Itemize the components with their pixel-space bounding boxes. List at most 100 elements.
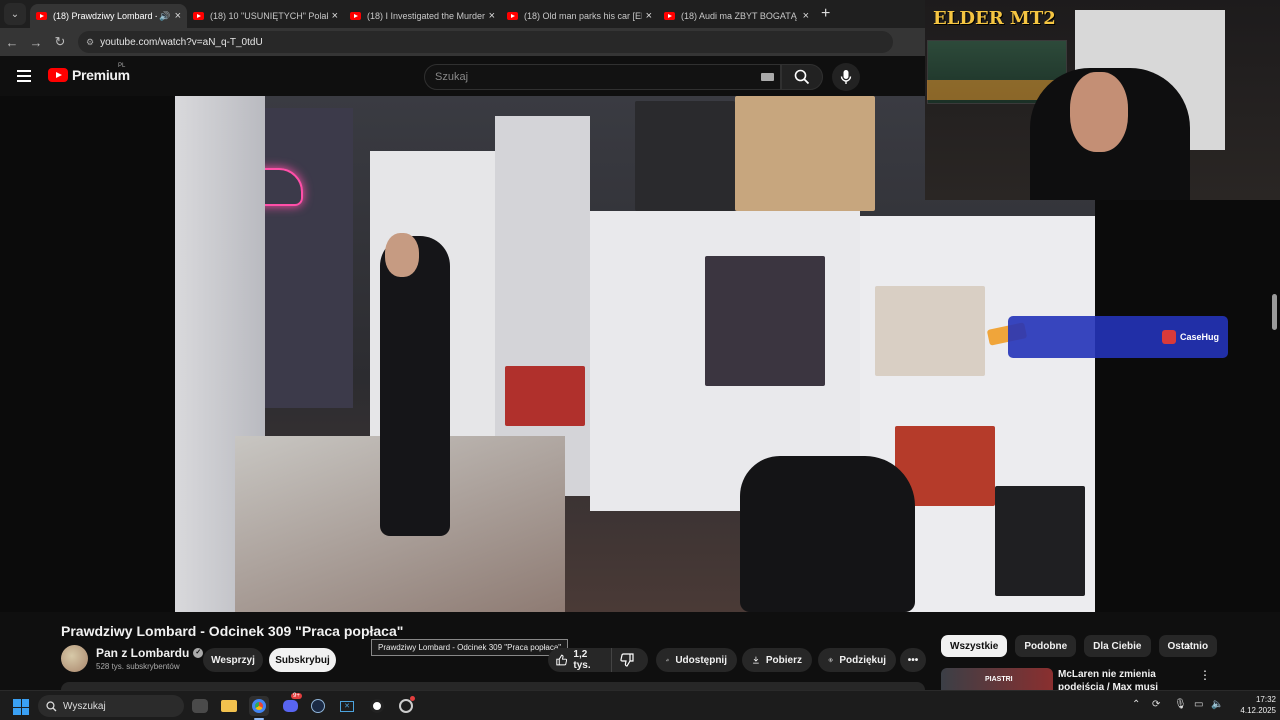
youtube-logo[interactable]: Premium PL xyxy=(48,63,130,83)
recommendation-title[interactable]: McLaren nie zmienia podejścia / Max musi… xyxy=(1058,668,1193,690)
thumbnail-text: PIASTRI xyxy=(985,676,1013,683)
share-label: Udostępnij xyxy=(675,654,727,666)
scrollbar-thumb[interactable] xyxy=(1272,294,1277,330)
recommendation-thumbnail[interactable]: PIASTRI xyxy=(941,668,1053,690)
task-view-icon[interactable] xyxy=(192,699,208,713)
channel-avatar[interactable] xyxy=(61,645,88,672)
channel-name[interactable]: Pan z Lombardu xyxy=(96,646,189,660)
search-input[interactable]: Szukaj xyxy=(424,64,781,90)
thanks-button[interactable]: $ Podziękuj xyxy=(818,648,896,672)
youtube-favicon-icon xyxy=(350,12,361,20)
close-tab-icon[interactable]: × xyxy=(489,10,495,22)
tab-3[interactable]: (18) Old man parks his car [ENG × xyxy=(501,4,658,28)
back-icon[interactable]: ← xyxy=(0,35,24,50)
clock[interactable]: 17:32 4.12.2025 xyxy=(1228,694,1276,716)
tab-title: (18) 10 "USUNIĘTYCH" Polaków xyxy=(210,11,328,21)
volume-icon[interactable]: 🔈 xyxy=(1211,699,1223,710)
file-explorer-icon[interactable] xyxy=(219,696,239,716)
scene-boxes xyxy=(875,286,985,376)
steam-icon[interactable] xyxy=(308,696,328,716)
like-button[interactable]: 1,2 tys. xyxy=(548,648,612,672)
tab-2[interactable]: (18) I Investigated the Murder o × xyxy=(344,4,501,28)
scene-person-head xyxy=(385,233,419,277)
tab-title: (18) Prawdziwy Lombard - O xyxy=(53,11,158,21)
search-icon xyxy=(794,69,810,85)
scene-toolbox xyxy=(505,366,585,426)
subscriber-count: 528 tys. subskrybentów xyxy=(96,662,180,671)
description-box[interactable] xyxy=(61,682,925,690)
keyboard-icon[interactable] xyxy=(761,73,774,81)
recommendation-chips: Wszystkie Podobne Dla Ciebie Ostatnio xyxy=(941,635,1218,657)
thumbs-up-icon xyxy=(556,654,568,666)
taskbar-search[interactable]: Wyszukaj xyxy=(38,695,184,717)
more-actions-button[interactable]: ••• xyxy=(900,648,926,672)
youtube-play-icon xyxy=(48,68,68,82)
support-button[interactable]: Wesprzyj xyxy=(203,648,263,672)
youtube-masthead: Premium PL Szukaj xyxy=(0,56,925,96)
scene-boxes xyxy=(735,96,875,211)
tab-4[interactable]: (18) Audi ma ZBYT BOGATĄ hist × xyxy=(658,4,815,28)
close-tab-icon[interactable]: × xyxy=(646,10,652,22)
tab-0[interactable]: (18) Prawdziwy Lombard - O 🔊 × xyxy=(30,4,187,28)
youtube-favicon-icon xyxy=(36,12,47,20)
close-tab-icon[interactable]: × xyxy=(175,10,181,22)
address-bar-row: ← → ↻ ⚙ youtube.com/watch?v=aN_q-T_0tdU xyxy=(0,28,925,56)
search-placeholder: Szukaj xyxy=(435,71,469,83)
obs-icon[interactable] xyxy=(367,696,387,716)
share-button[interactable]: Udostępnij xyxy=(656,648,737,672)
chip-related[interactable]: Podobne xyxy=(1015,635,1077,657)
chip-for-you[interactable]: Dla Ciebie xyxy=(1084,635,1151,657)
tab-list-button[interactable]: ⌄ xyxy=(4,3,26,25)
microphone-tray-icon[interactable]: 🎙 xyxy=(1174,699,1187,710)
close-tab-icon[interactable]: × xyxy=(332,10,338,22)
webcam-overlay: ELDER MT2 xyxy=(925,0,1280,200)
forward-icon[interactable]: → xyxy=(24,35,48,50)
webcam-face xyxy=(1070,72,1128,152)
tab-1[interactable]: (18) 10 "USUNIĘTYCH" Polaków × xyxy=(187,4,344,28)
search-button[interactable] xyxy=(781,64,823,90)
app-icon[interactable] xyxy=(396,696,416,716)
discord-icon[interactable]: 9+ xyxy=(280,693,302,716)
channel-name-row[interactable]: Pan z Lombardu ✓ xyxy=(96,646,204,660)
youtube-favicon-icon xyxy=(664,12,675,20)
streamer-logo: ELDER MT2 xyxy=(933,8,1056,29)
terminal-icon[interactable]: ✕ xyxy=(337,696,357,716)
menu-icon[interactable] xyxy=(17,70,31,82)
audio-playing-icon[interactable]: 🔊 xyxy=(159,11,170,22)
sponsor-name: CaseHug xyxy=(1180,332,1220,342)
more-horizontal-icon: ••• xyxy=(907,654,919,666)
voice-search-button[interactable] xyxy=(832,63,860,91)
url-field[interactable]: ⚙ youtube.com/watch?v=aN_q-T_0tdU xyxy=(78,31,893,53)
reload-icon[interactable]: ↻ xyxy=(48,34,72,50)
download-button[interactable]: Pobierz xyxy=(742,648,812,672)
taskbar: Wyszukaj 9+ ✕ ⌃ ⟳ 🎙 ▭ 🔈 17:32 4.12.2025 xyxy=(0,690,1280,720)
chevron-up-icon[interactable]: ⌃ xyxy=(1132,699,1140,710)
scene-bag xyxy=(995,486,1085,596)
video-info-area: Prawdziwy Lombard - Odcinek 309 "Praca p… xyxy=(0,612,1280,690)
scene-cd-rack xyxy=(705,256,825,386)
sync-icon[interactable]: ⟳ xyxy=(1152,699,1160,710)
like-dislike-group: 1,2 tys. xyxy=(548,648,648,672)
dislike-button[interactable] xyxy=(612,653,648,667)
subscribe-button[interactable]: Subskrybuj xyxy=(269,648,336,672)
thumbs-down-icon xyxy=(620,653,634,667)
chrome-icon[interactable] xyxy=(249,696,269,716)
chip-all[interactable]: Wszystkie xyxy=(941,635,1008,657)
windows-start-icon[interactable] xyxy=(13,699,29,715)
site-info-icon[interactable]: ⚙ xyxy=(86,37,94,48)
close-tab-icon[interactable]: × xyxy=(803,10,809,22)
casehug-logo-icon xyxy=(1162,330,1176,344)
thanks-label: Podziękuj xyxy=(839,654,886,666)
discord-badge: 9+ xyxy=(291,693,302,699)
recommendation-menu-icon[interactable]: ⋮ xyxy=(1199,668,1211,682)
thanks-icon: $ xyxy=(828,657,834,663)
scene-office-chair xyxy=(740,456,915,612)
network-icon[interactable]: ▭ xyxy=(1194,699,1203,710)
tab-title: (18) Audi ma ZBYT BOGATĄ hist xyxy=(681,11,799,21)
microphone-icon xyxy=(840,70,852,84)
verified-icon: ✓ xyxy=(193,648,204,658)
clock-date: 4.12.2025 xyxy=(1240,706,1276,715)
new-tab-button[interactable]: + xyxy=(821,5,830,23)
chevron-right-icon[interactable]: › xyxy=(1186,638,1190,653)
title-tooltip: Prawdziwy Lombard - Odcinek 309 "Praca p… xyxy=(371,639,569,656)
